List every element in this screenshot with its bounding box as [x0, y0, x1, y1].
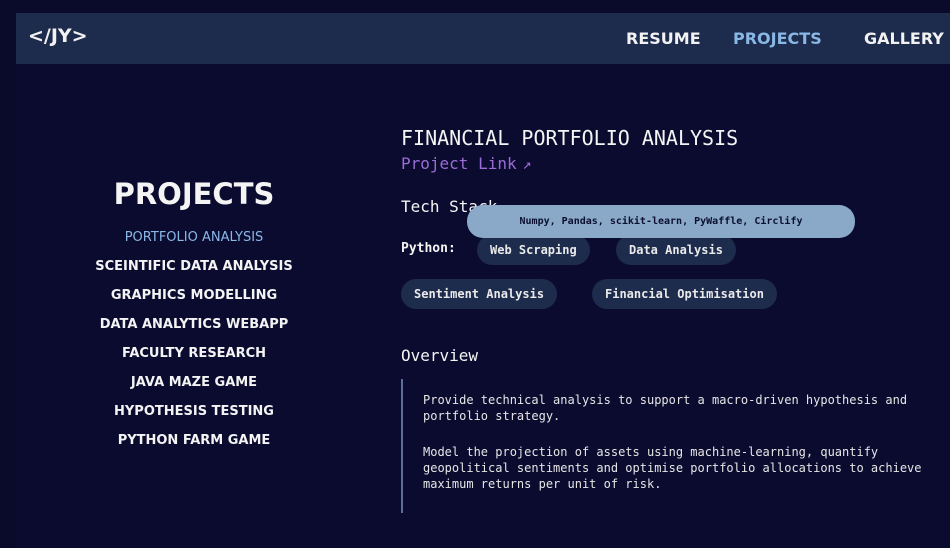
project-item-hypothesis-testing[interactable]: HYPOTHESIS TESTING [74, 404, 314, 433]
page: </JY> RESUME PROJECTS GALLERY PROJECTS P… [16, 13, 950, 548]
overview-paragraph-1: Provide technical analysis to support a … [423, 393, 908, 423]
chip-sentiment-analysis[interactable]: Sentiment Analysis [401, 279, 558, 309]
chip-financial-optimisation[interactable]: Financial Optimisation [592, 279, 777, 309]
overview-paragraph-2: Model the projection of assets using mac… [423, 445, 922, 491]
project-item-graphics-modelling[interactable]: GRAPHICS MODELLING [74, 288, 314, 317]
nav-resume[interactable]: RESUME [626, 29, 701, 48]
external-link-icon[interactable]: ↗ [523, 155, 532, 173]
sidebar-title: PROJECTS [113, 177, 275, 211]
project-item-portfolio-analysis[interactable]: PORTFOLIO ANALYSIS [74, 230, 314, 259]
project-link[interactable]: Project Link ↗ [401, 154, 532, 173]
site-logo[interactable]: </JY> [28, 25, 88, 47]
project-item-data-analytics-webapp[interactable]: DATA ANALYTICS WEBAPP [74, 317, 314, 346]
nav-projects[interactable]: PROJECTS [733, 29, 822, 48]
top-nav-bar: </JY> RESUME PROJECTS GALLERY [16, 13, 950, 64]
chip-data-analysis[interactable]: Data Analysis [616, 235, 736, 265]
project-item-scientific-data-analysis[interactable]: SCEINTIFIC DATA ANALYSIS [74, 259, 314, 288]
tech-tooltip: Numpy, Pandas, scikit-learn, PyWaffle, C… [467, 205, 855, 238]
nav-gallery[interactable]: GALLERY [864, 29, 944, 48]
chip-web-scraping[interactable]: Web Scraping [477, 235, 590, 265]
project-list: PORTFOLIO ANALYSIS SCEINTIFIC DATA ANALY… [74, 230, 314, 462]
overview-divider [401, 379, 403, 513]
project-item-python-farm-game[interactable]: PYTHON FARM GAME [74, 433, 314, 462]
project-title: FINANCIAL PORTFOLIO ANALYSIS [401, 126, 739, 150]
overview-title: Overview [401, 346, 479, 365]
project-item-java-maze-game[interactable]: JAVA MAZE GAME [74, 375, 314, 404]
python-label: Python: [401, 241, 456, 256]
project-item-faculty-research[interactable]: FACULTY RESEARCH [74, 346, 314, 375]
project-link-label[interactable]: Project Link [401, 154, 517, 173]
